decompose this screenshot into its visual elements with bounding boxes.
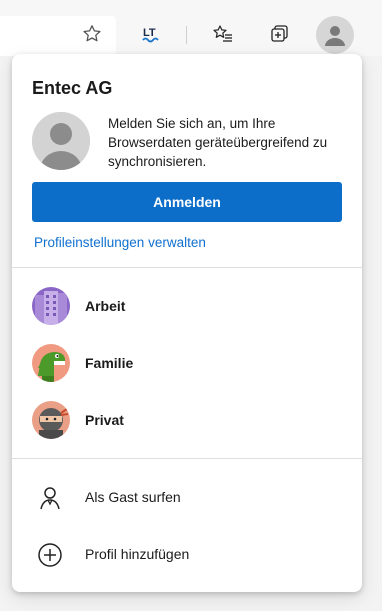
favorite-star-icon[interactable] [79,21,105,47]
action-label: Als Gast surfen [85,489,181,505]
profile-item-arbeit[interactable]: Arbeit [12,279,362,333]
browser-toolbar: LT [0,0,382,56]
browse-as-guest-button[interactable]: Als Gast surfen [12,470,362,524]
add-profile-button[interactable]: Profil hinzufügen [12,527,362,581]
profile-avatar-large [32,112,90,170]
profile-flyout: Entec AG Melden Sie sich an, um Ihre Bro… [12,54,362,592]
favorites-list-icon[interactable] [210,21,236,47]
default-avatar-icon [32,112,90,170]
ninja-avatar-icon [32,401,70,439]
collections-icon[interactable] [266,21,292,47]
profile-avatar-button[interactable] [316,16,354,54]
action-label: Profil hinzufügen [85,546,190,562]
profile-label: Familie [85,355,134,371]
profile-item-familie[interactable]: Familie [12,336,362,390]
toolbar-separator [186,26,187,44]
add-circle-icon [36,541,64,569]
profile-label: Arbeit [85,298,126,314]
guest-person-icon [36,484,64,512]
organization-name: Entec AG [32,78,113,98]
signin-button[interactable]: Anmelden [32,182,342,222]
divider [12,267,362,268]
manage-profile-settings-link[interactable]: Profileinstellungen verwalten [34,235,206,250]
office-building-avatar-icon [32,287,70,325]
languagetool-extension-icon[interactable]: LT [139,21,165,47]
signin-message: Melden Sie sich an, um Ihre Browserdaten… [108,116,328,169]
svg-text:LT: LT [143,27,156,39]
divider [12,458,362,459]
profile-avatar-icon [325,26,345,46]
profile-item-privat[interactable]: Privat [12,393,362,447]
profile-label: Privat [85,412,124,428]
dinosaur-avatar-icon [32,344,70,382]
